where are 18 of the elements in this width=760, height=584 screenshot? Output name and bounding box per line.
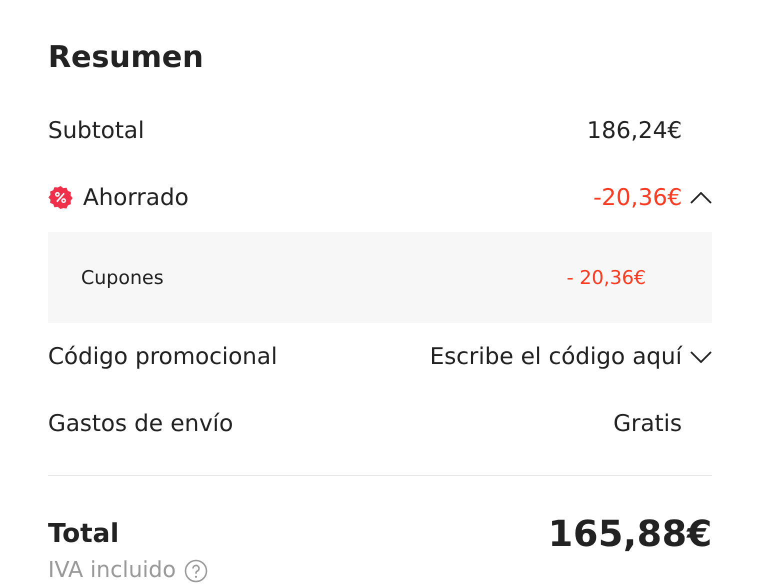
discount-badge-icon	[48, 185, 73, 210]
subtotal-label: Subtotal	[48, 118, 144, 144]
tax-note: IVA incluido	[48, 558, 176, 583]
subtotal-value: 186,24€	[586, 118, 682, 144]
savings-label: Ahorrado	[83, 184, 189, 210]
savings-value: -20,36€	[593, 184, 682, 210]
promo-code-label: Código promocional	[48, 344, 278, 370]
total-label: Total	[48, 519, 120, 549]
chevron-icon[interactable]	[690, 350, 712, 364]
coupon-label: Cupones	[81, 266, 164, 288]
summary-title: Resumen	[48, 39, 205, 77]
chevron-icon[interactable]	[690, 190, 712, 204]
coupon-value: - 20,36€	[566, 266, 646, 288]
total-value: 165,88€	[548, 514, 712, 554]
shipping-label: Gastos de envío	[48, 410, 234, 436]
help-icon[interactable]	[184, 558, 208, 582]
promo-code-field[interactable]: Escribe el código aquí	[430, 344, 682, 370]
shipping-value: Gratis	[613, 410, 682, 436]
